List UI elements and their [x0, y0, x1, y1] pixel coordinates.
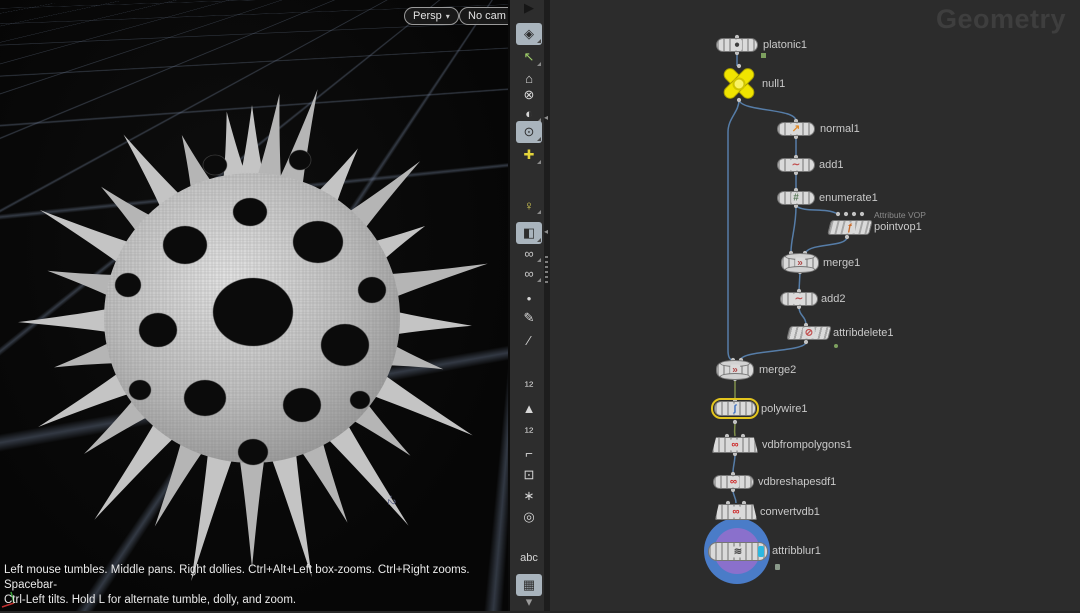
node-normal1[interactable]: ↗: [777, 122, 815, 136]
light-edit-icon[interactable]: ♀: [516, 194, 542, 216]
point-markers-icon[interactable]: •: [516, 287, 542, 309]
point-vectors-icon[interactable]: ∕: [516, 329, 542, 351]
node-label-attribblur1: attribblur1: [772, 544, 821, 558]
grid-coordinate-label: -2: [385, 495, 397, 505]
camera-handles-icon[interactable]: ◎: [516, 506, 542, 528]
status-line-1: Left mouse tumbles. Middle pans. Right d…: [4, 563, 510, 593]
lock-badge: [775, 564, 780, 570]
node-vdbreshapesdf1[interactable]: ∞: [713, 475, 754, 489]
blur-icon: ≋: [732, 546, 744, 557]
node-label-add2: add2: [821, 292, 845, 306]
node-attribblur1[interactable]: ≋: [708, 542, 768, 561]
enumerate-icon: #: [791, 193, 801, 204]
select-tool-icon[interactable]: ↖: [516, 46, 542, 68]
node-label-platonic1: platonic1: [763, 38, 807, 52]
profile-curves-icon[interactable]: ⌐: [516, 442, 542, 464]
node-label-vdbfrompolygons1: vdbfrompolygons1: [762, 438, 852, 452]
platonic-sphere-icon: ●: [732, 40, 742, 51]
node-label-vdbreshapesdf1: vdbreshapesdf1: [758, 475, 836, 489]
prim-numbers-icon[interactable]: ¹²: [516, 420, 542, 442]
view-tool-icon[interactable]: ◈: [516, 23, 542, 45]
network-context-watermark: Geometry: [936, 4, 1066, 35]
text-overlay-icon[interactable]: abc: [516, 547, 542, 569]
view-projection-label: Persp: [413, 9, 442, 24]
display-flag[interactable]: [758, 546, 764, 557]
group-overlay-icon[interactable]: ⊡: [516, 464, 542, 486]
scene-viewport[interactable]: Persp ▾ No cam ▾ -2 Left mouse tumbles. …: [0, 0, 510, 611]
node-label-convertvdb1: convertvdb1: [760, 505, 820, 519]
node-enumerate1[interactable]: #: [777, 191, 815, 205]
viewport-toolbar: ▶◈↖⌂⊗◐⊙✚♀◧∞∞•✎∕¹²▲¹²⌐⊡∗◎abc▦▾: [508, 0, 546, 611]
chevron-down-icon: ▾: [446, 9, 450, 24]
status-line-2: Ctrl-Left tilts. Hold L for alternate tu…: [4, 593, 510, 608]
node-attribdelete1[interactable]: ⊘: [786, 326, 831, 340]
normal-arrow-icon: ↗: [790, 124, 802, 135]
node-merge2[interactable]: »: [716, 362, 754, 378]
vop-function-icon: ƒ: [845, 222, 855, 233]
vdb-icon: ∞: [729, 440, 740, 451]
gnomon-axes-icon[interactable]: ∗: [516, 485, 542, 507]
view-projection-button[interactable]: Persp ▾: [404, 7, 459, 25]
network-editor[interactable]: Geometry: [550, 0, 1080, 611]
node-label-pointvop1: pointvop1: [874, 220, 922, 234]
node-add1[interactable]: ∼: [777, 158, 815, 172]
node-label-merge2: merge2: [759, 363, 796, 377]
more-options-icon[interactable]: ▾: [516, 591, 542, 613]
template-flag-badge: [834, 344, 838, 348]
template-flag-badge: [761, 53, 766, 58]
null-center-icon: [733, 78, 746, 91]
strip-expand-icon[interactable]: ▶: [516, 0, 542, 19]
node-type-sublabel-pointvop1: Attribute VOP: [874, 210, 926, 220]
node-label-attribdelete1: attribdelete1: [833, 326, 894, 340]
wire-icon: ∫: [732, 403, 739, 414]
node-vdbfrompolygons1[interactable]: ∞: [712, 437, 758, 453]
delete-slash-icon: ⊘: [803, 328, 815, 339]
high-quality-lighting-icon[interactable]: ✚: [516, 144, 542, 166]
node-label-merge1: merge1: [823, 256, 860, 270]
camera-select-button[interactable]: No cam ▾: [459, 7, 510, 25]
point-numbers-icon[interactable]: ¹²: [516, 374, 542, 396]
merge-arrows-icon: »: [795, 258, 805, 269]
camera-select-label: No cam: [468, 9, 506, 24]
pane-divider[interactable]: ◂ ◂: [544, 0, 550, 611]
node-label-add1: add1: [819, 158, 843, 172]
shading-mode-icon[interactable]: ◧: [516, 222, 542, 244]
viewport-mesh: [0, 0, 510, 611]
prim-normals-icon[interactable]: ▲: [516, 397, 542, 419]
node-null1[interactable]: [722, 67, 756, 101]
point-normals-icon[interactable]: ✎: [516, 307, 542, 329]
node-label-polywire1: polywire1: [761, 402, 807, 416]
node-convertvdb1[interactable]: ∞: [715, 504, 757, 520]
merge-arrows-icon: »: [730, 365, 740, 376]
normal-lighting-icon[interactable]: ⊙: [516, 121, 542, 143]
node-label-null1: null1: [762, 77, 785, 91]
node-polywire1-selected[interactable]: ∫: [714, 401, 756, 416]
vdb-icon: ∞: [728, 477, 739, 488]
curve-icon: ∼: [793, 294, 805, 305]
node-platonic1[interactable]: ●: [716, 38, 758, 52]
show-hidden-glasses-icon[interactable]: ∞: [516, 242, 542, 264]
curve-icon: ∼: [790, 160, 802, 171]
collapse-left-icon[interactable]: ◂: [544, 114, 548, 122]
node-label-normal1: normal1: [820, 122, 860, 136]
node-pointvop1[interactable]: ƒ: [827, 220, 873, 235]
show-templates-glasses-icon[interactable]: ∞: [516, 262, 542, 284]
viewport-status-text: Left mouse tumbles. Middle pans. Right d…: [4, 563, 510, 608]
node-merge1[interactable]: »: [781, 255, 819, 271]
node-add2[interactable]: ∼: [780, 292, 818, 306]
collapse-left-icon[interactable]: ◂: [544, 228, 548, 236]
vdb-icon: ∞: [730, 507, 741, 518]
node-label-enumerate1: enumerate1: [819, 191, 878, 205]
divider-drag-handle[interactable]: [545, 253, 548, 283]
